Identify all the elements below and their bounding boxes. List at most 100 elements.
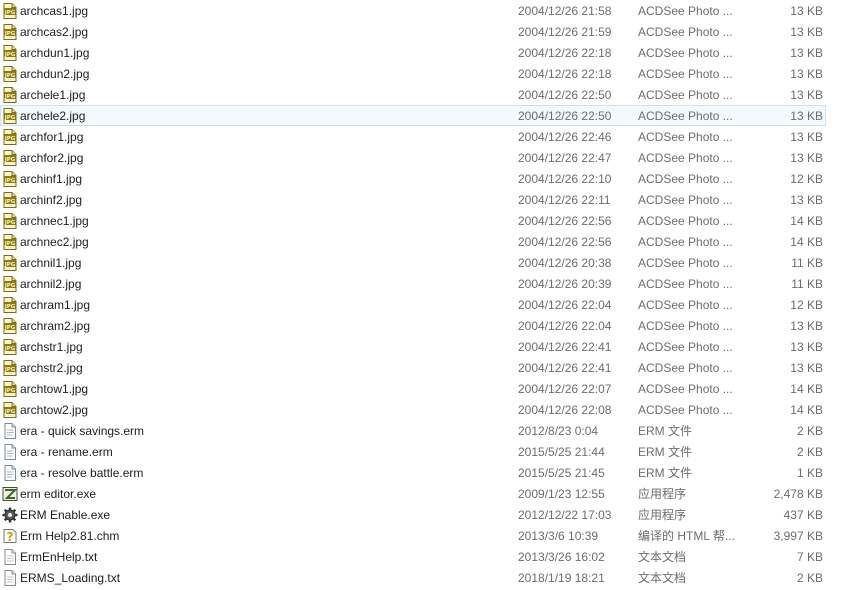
file-size: 14 KB — [790, 403, 823, 417]
file-row[interactable]: archinf1.jpg 2004/12/26 22:10 ACDSee Photo… — [0, 168, 826, 189]
file-date-modified: 2013/3/26 16:02 — [518, 550, 605, 564]
file-type: ACDSee Photo ... — [638, 382, 733, 396]
erm-file-icon — [2, 444, 18, 460]
jpg-file-icon — [2, 150, 18, 166]
file-name: era - quick savings.erm — [20, 424, 145, 438]
erm-file-icon — [2, 423, 18, 439]
jpg-file-icon — [2, 66, 18, 82]
jpg-file-icon — [2, 339, 18, 355]
file-size: 2 KB — [796, 424, 823, 438]
file-row[interactable]: ErmEnHelp.txt 2013/3/26 16:02 文本文档 7 KB — [0, 546, 826, 567]
file-row[interactable]: archfor2.jpg 2004/12/26 22:47 ACDSee Photo… — [0, 147, 826, 168]
erm-file-icon — [2, 465, 18, 481]
jpg-file-icon — [2, 192, 18, 208]
file-row[interactable]: era - quick savings.erm 2012/8/23 0:04 ERM… — [0, 420, 826, 441]
file-size: 1 KB — [796, 466, 823, 480]
file-type: ACDSee Photo ... — [638, 46, 733, 60]
file-name: archnec1.jpg — [20, 214, 89, 228]
file-row[interactable]: archtow2.jpg 2004/12/26 22:08 ACDSee Photo… — [0, 399, 826, 420]
file-row[interactable]: archcas1.jpg 2004/12/26 21:58 ACDSee Photo… — [0, 0, 826, 21]
file-type: ACDSee Photo ... — [638, 109, 733, 123]
file-date-modified: 2018/1/19 18:21 — [518, 571, 605, 585]
file-size: 12 KB — [790, 172, 823, 186]
file-row[interactable]: archnec2.jpg 2004/12/26 22:56 ACDSee Photo… — [0, 231, 826, 252]
file-name: archdun2.jpg — [20, 67, 90, 81]
file-row[interactable]: archdun2.jpg 2004/12/26 22:18 ACDSee Photo… — [0, 63, 826, 84]
file-size: 3,997 KB — [773, 529, 823, 543]
file-size: 13 KB — [790, 25, 823, 39]
file-row[interactable]: archstr2.jpg 2004/12/26 22:41 ACDSee Photo… — [0, 357, 826, 378]
file-type: ACDSee Photo ... — [638, 193, 733, 207]
file-date-modified: 2013/3/6 10:39 — [518, 529, 599, 543]
jpg-file-icon — [2, 87, 18, 103]
file-type: ACDSee Photo ... — [638, 319, 733, 333]
file-date-modified: 2015/5/25 21:44 — [518, 445, 605, 459]
file-row[interactable]: archram1.jpg 2004/12/26 22:04 ACDSee Photo… — [0, 294, 826, 315]
file-type: 应用程序 — [638, 487, 687, 501]
file-date-modified: 2004/12/26 20:38 — [518, 256, 612, 270]
file-type: ACDSee Photo ... — [638, 151, 733, 165]
file-type: ACDSee Photo ... — [638, 256, 733, 270]
jpg-file-icon — [2, 360, 18, 376]
file-row[interactable]: archfor1.jpg 2004/12/26 22:46 ACDSee Photo… — [0, 126, 826, 147]
file-size: 2 KB — [796, 445, 823, 459]
gear-exe-icon — [2, 507, 18, 523]
file-type: ACDSee Photo ... — [638, 235, 733, 249]
file-date-modified: 2012/12/22 17:03 — [518, 508, 612, 522]
file-type: 文本文档 — [638, 550, 687, 564]
file-name: archtow2.jpg — [20, 403, 89, 417]
jpg-file-icon — [2, 24, 18, 40]
file-date-modified: 2009/1/23 12:55 — [518, 487, 605, 501]
file-row[interactable]: archtow1.jpg 2004/12/26 22:07 ACDSee Photo… — [0, 378, 826, 399]
file-size: 437 KB — [783, 508, 823, 522]
file-row[interactable]: archstr1.jpg 2004/12/26 22:41 ACDSee Photo… — [0, 336, 826, 357]
file-type: 编译的 HTML 帮... — [638, 529, 735, 543]
file-name: archnil2.jpg — [20, 277, 82, 291]
file-row[interactable]: ERMS_Loading.txt 2018/1/19 18:21 文本文档 2 KB — [0, 567, 826, 588]
file-name: archcas2.jpg — [20, 25, 89, 39]
file-date-modified: 2004/12/26 22:04 — [518, 319, 612, 333]
file-row[interactable]: archinf2.jpg 2004/12/26 22:11 ACDSee Photo… — [0, 189, 826, 210]
editor-exe-icon — [2, 486, 18, 502]
file-row[interactable]: archdun1.jpg 2004/12/26 22:18 ACDSee Photo… — [0, 42, 826, 63]
jpg-file-icon — [2, 171, 18, 187]
file-size: 13 KB — [790, 130, 823, 144]
file-name: archstr2.jpg — [20, 361, 83, 375]
file-row[interactable]: ERM Enable.exe 2012/12/22 17:03 应用程序 437 KB — [0, 504, 826, 525]
file-type: ACDSee Photo ... — [638, 340, 733, 354]
file-row[interactable]: Erm Help2.81.chm 2013/3/6 10:39 编译的 HTML 帮… — [0, 525, 826, 546]
file-type: ERM 文件 — [638, 424, 693, 438]
file-row[interactable]: archele2.jpg 2004/12/26 22:50 ACDSee Photo… — [0, 105, 826, 126]
file-row[interactable]: erm editor.exe 2009/1/23 12:55 应用程序 2,478 K… — [0, 483, 826, 504]
file-date-modified: 2004/12/26 22:11 — [518, 193, 611, 207]
file-name: archfor1.jpg — [20, 130, 84, 144]
txt-file-icon — [2, 570, 18, 586]
file-row[interactable]: archnil2.jpg 2004/12/26 20:39 ACDSee Photo… — [0, 273, 826, 294]
file-type: ACDSee Photo ... — [638, 214, 733, 228]
file-name: archram2.jpg — [20, 319, 91, 333]
file-size: 2,478 KB — [773, 487, 823, 501]
jpg-file-icon — [2, 255, 18, 271]
file-row[interactable]: archcas2.jpg 2004/12/26 21:59 ACDSee Photo… — [0, 21, 826, 42]
file-date-modified: 2004/12/26 22:41 — [518, 361, 612, 375]
file-date-modified: 2004/12/26 22:04 — [518, 298, 612, 312]
file-date-modified: 2004/12/26 22:18 — [518, 67, 612, 81]
file-name: archram1.jpg — [20, 298, 91, 312]
file-row[interactable]: archram2.jpg 2004/12/26 22:04 ACDSee Photo… — [0, 315, 826, 336]
jpg-file-icon — [2, 3, 18, 19]
file-row[interactable]: era - resolve battle.erm 2015/5/25 21:45 E… — [0, 462, 826, 483]
file-row[interactable]: archnec1.jpg 2004/12/26 22:56 ACDSee Photo… — [0, 210, 826, 231]
file-date-modified: 2004/12/26 21:58 — [518, 4, 612, 18]
file-size: 11 KB — [791, 277, 823, 291]
jpg-file-icon — [2, 108, 18, 124]
file-row[interactable]: era - rename.erm 2015/5/25 21:44 ERM 文件 2 K… — [0, 441, 826, 462]
file-type: 文本文档 — [638, 571, 687, 585]
file-row[interactable]: archele1.jpg 2004/12/26 22:50 ACDSee Photo… — [0, 84, 826, 105]
file-date-modified: 2004/12/26 22:46 — [518, 130, 612, 144]
file-name: ErmEnHelp.txt — [20, 550, 98, 564]
jpg-file-icon — [2, 381, 18, 397]
jpg-file-icon — [2, 129, 18, 145]
file-size: 14 KB — [790, 382, 823, 396]
file-row[interactable]: archnil1.jpg 2004/12/26 20:38 ACDSee Photo… — [0, 252, 826, 273]
file-date-modified: 2004/12/26 21:59 — [518, 25, 612, 39]
